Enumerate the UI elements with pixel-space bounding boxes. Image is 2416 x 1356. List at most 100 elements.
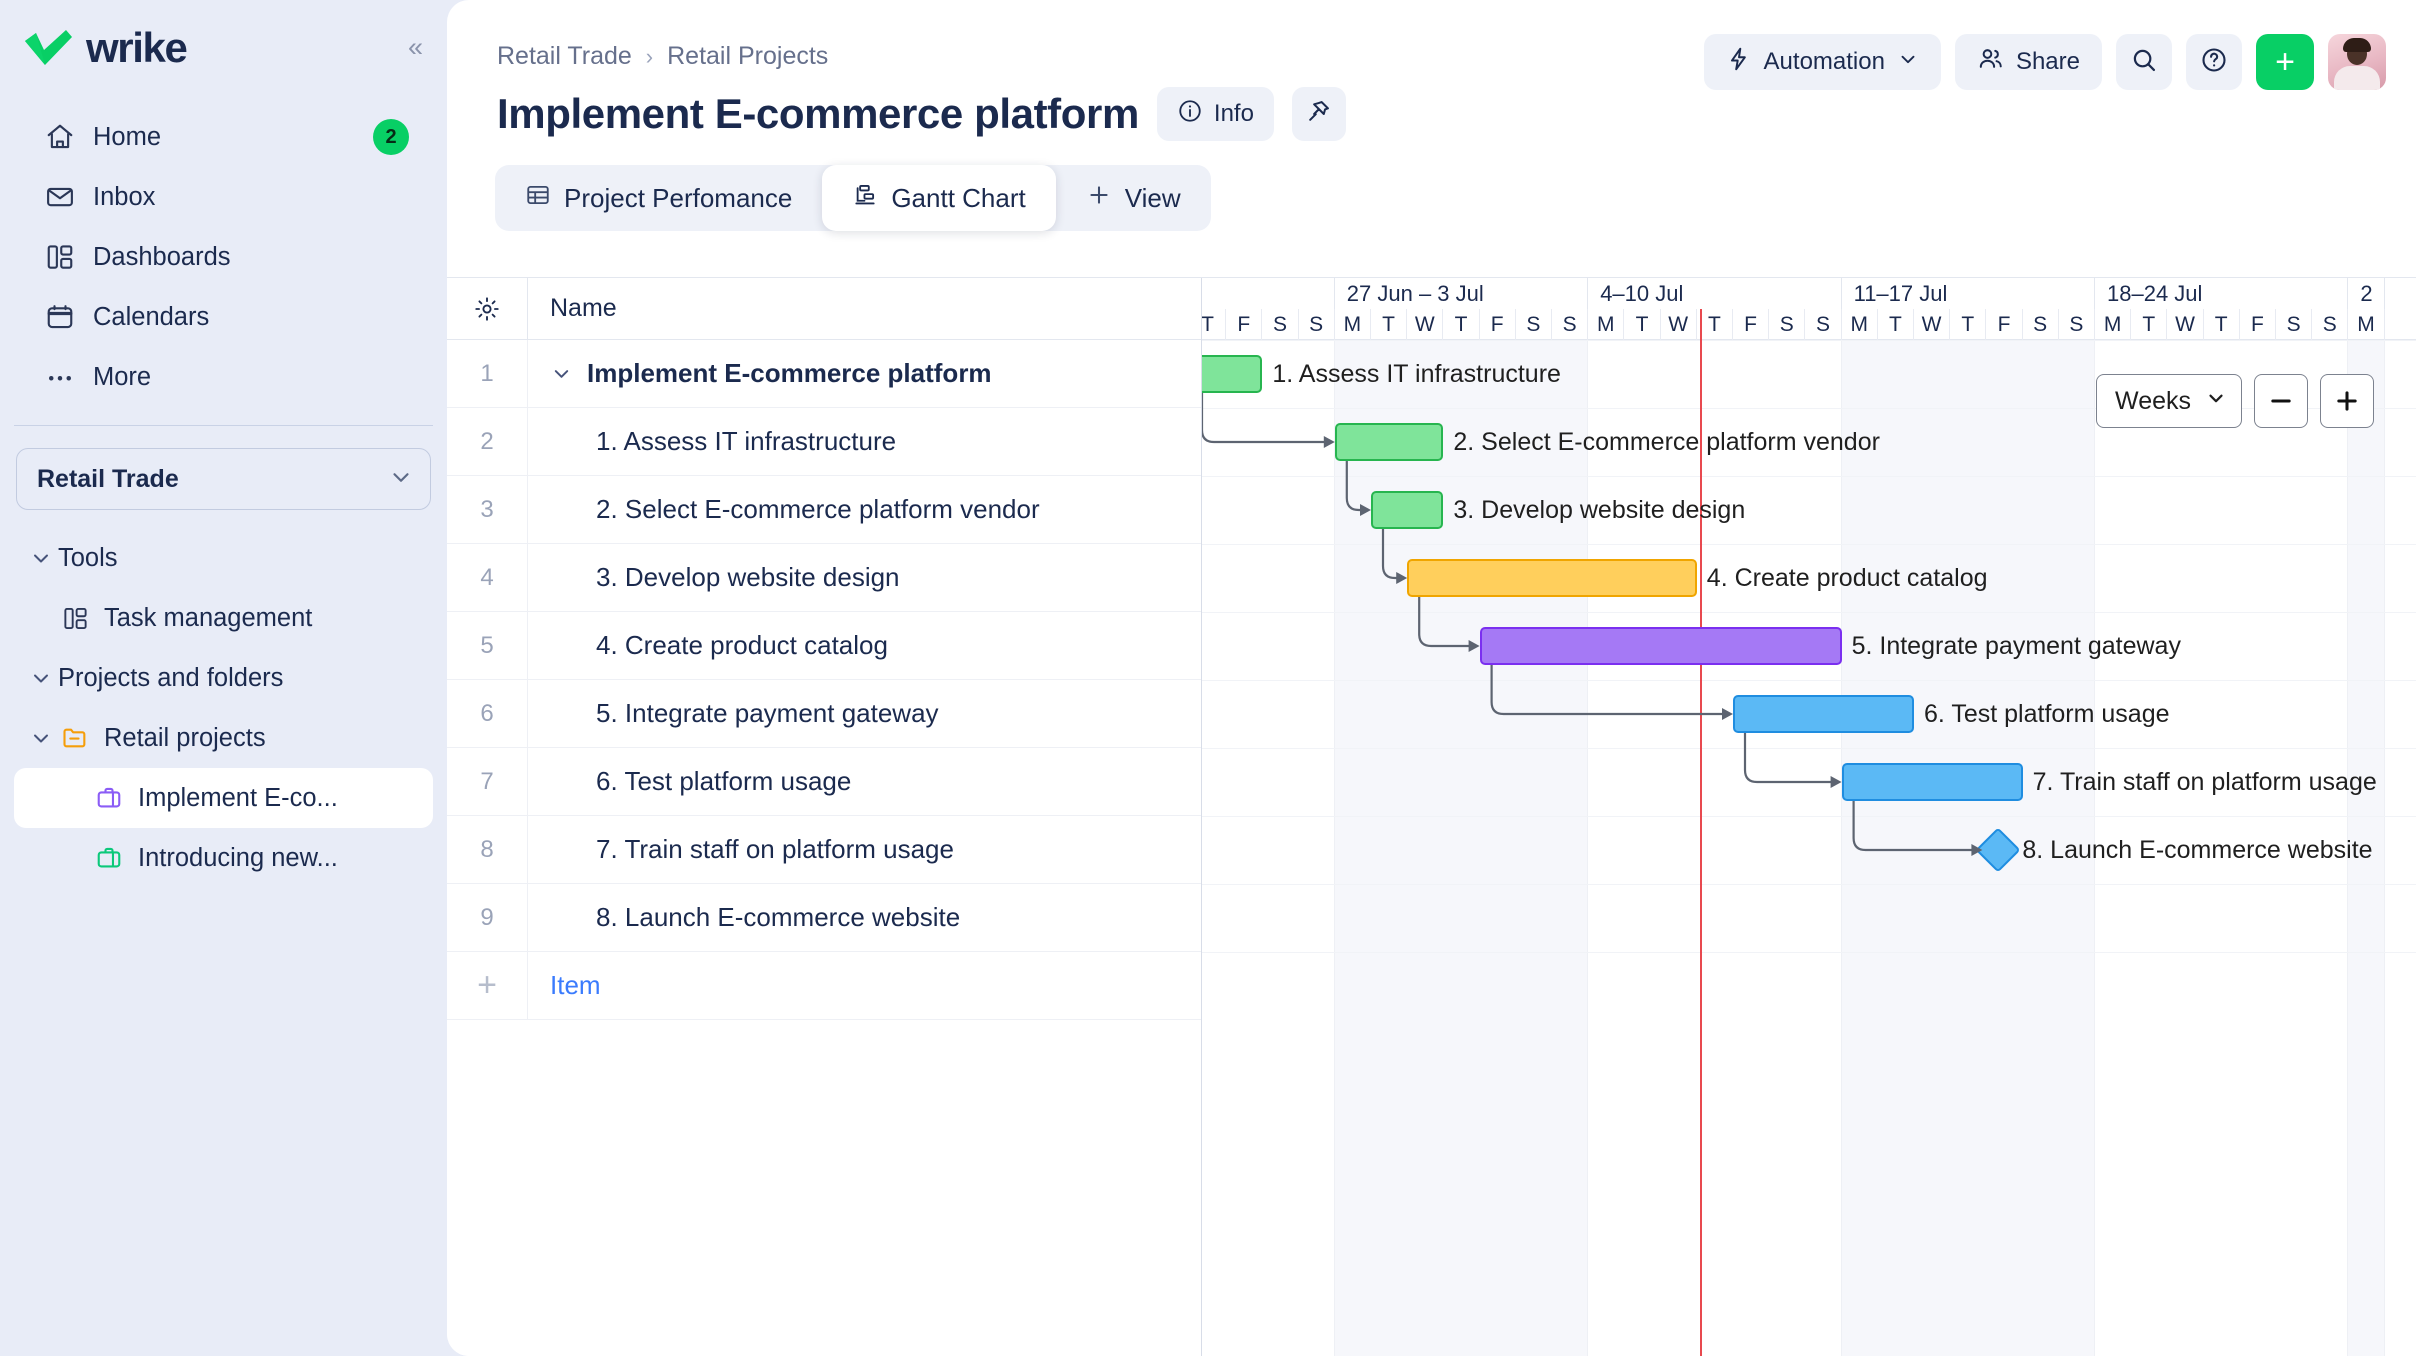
- sidebar-project-implement-ecommerce[interactable]: Implement E-co...: [14, 768, 433, 828]
- create-button[interactable]: +: [2256, 34, 2314, 90]
- gantt-bar-label: 2. Select E-commerce platform vendor: [1453, 428, 1880, 456]
- table-row[interactable]: 7 6. Test platform usage: [447, 748, 1201, 816]
- row-name-cell[interactable]: 7. Train staff on platform usage: [527, 816, 1201, 883]
- tab-add-view[interactable]: View: [1056, 165, 1211, 231]
- avatar-hair: [2343, 38, 2371, 52]
- project-briefcase-icon: [92, 844, 126, 872]
- row-number: 5: [480, 631, 494, 659]
- breadcrumb-item-0[interactable]: Retail Trade: [497, 42, 632, 71]
- row-name-cell[interactable]: 6. Test platform usage: [527, 748, 1201, 815]
- gantt-row-separator: [1202, 816, 2416, 817]
- sidebar-group-tools[interactable]: Tools: [14, 528, 433, 588]
- sidebar-item-home[interactable]: Home 2: [14, 107, 433, 167]
- gantt-bar[interactable]: [1733, 695, 1914, 733]
- timeline-header: 27 Jun – 3 Jul 4–10 Jul 11–17 Jul 18–24 Jul…: [1202, 278, 2416, 340]
- sidebar-divider: [14, 425, 433, 426]
- timescale-select[interactable]: Weeks: [2096, 374, 2242, 428]
- add-item-label[interactable]: Item: [527, 952, 1201, 1019]
- search-button[interactable]: [2116, 34, 2172, 90]
- timeline-week-label: [1202, 278, 1335, 309]
- row-name-cell[interactable]: 4. Create product catalog: [527, 612, 1201, 679]
- row-name-cell[interactable]: 1. Assess IT infrastructure: [527, 408, 1201, 475]
- space-selector[interactable]: Retail Trade: [16, 448, 431, 510]
- table-row[interactable]: 6 5. Integrate payment gateway: [447, 680, 1201, 748]
- zoom-in-button[interactable]: [2320, 374, 2374, 428]
- sidebar-item-label: More: [93, 362, 152, 391]
- sidebar-item-inbox[interactable]: Inbox: [14, 167, 433, 227]
- collapse-sidebar-button[interactable]: «: [408, 34, 423, 61]
- sidebar-tree-label: Introducing new...: [138, 843, 338, 872]
- chevron-down-icon[interactable]: [550, 362, 573, 385]
- timeline-day-label: M: [2348, 309, 2385, 340]
- timeline-day-label: M: [2095, 309, 2132, 340]
- zoom-out-button[interactable]: [2254, 374, 2308, 428]
- table-row[interactable]: 1 Implement E-commerce platform: [447, 340, 1201, 408]
- gantt-bar[interactable]: [1479, 627, 1842, 665]
- table-row[interactable]: 9 8. Launch E-commerce website: [447, 884, 1201, 952]
- tab-gantt-chart[interactable]: Gantt Chart: [822, 165, 1056, 231]
- timeline-day-label: T: [1950, 309, 1987, 340]
- question-mark-icon: [2200, 46, 2228, 79]
- sidebar-item-task-management[interactable]: Task management: [14, 588, 433, 648]
- sidebar-item-dashboards[interactable]: Dashboards: [14, 227, 433, 287]
- column-header-name[interactable]: Name: [527, 278, 1201, 339]
- row-name-cell[interactable]: 5. Integrate payment gateway: [527, 680, 1201, 747]
- row-name-cell[interactable]: 8. Launch E-commerce website: [527, 884, 1201, 951]
- chevron-down-icon: [24, 546, 58, 570]
- sidebar-item-more[interactable]: More: [14, 347, 433, 407]
- row-number: 9: [480, 903, 494, 931]
- tab-label: Gantt Chart: [891, 182, 1026, 213]
- table-row[interactable]: 4 3. Develop website design: [447, 544, 1201, 612]
- pin-button[interactable]: [1291, 87, 1346, 141]
- gantt-bar-label: 8. Launch E-commerce website: [2022, 836, 2373, 864]
- sidebar-project-introducing-new[interactable]: Introducing new...: [14, 828, 433, 888]
- sidebar-item-label: Dashboards: [93, 242, 231, 271]
- sidebar-tree: Tools Task management Projects and folde…: [0, 528, 447, 888]
- timescale-value: Weeks: [2115, 386, 2191, 415]
- brand-name: wrike: [86, 23, 188, 71]
- row-name-text: 8. Launch E-commerce website: [596, 902, 961, 932]
- gantt-bar[interactable]: [1841, 763, 2023, 801]
- gantt-bar[interactable]: [1202, 355, 1263, 393]
- top-actions: Automation Share +: [1703, 34, 2386, 90]
- tab-project-performance[interactable]: Project Perfomance: [495, 165, 822, 231]
- row-name-text: 5. Integrate payment gateway: [596, 698, 939, 728]
- gantt-bar-label: 1. Assess IT infrastructure: [1272, 360, 1561, 388]
- gantt-canvas[interactable]: 1. Assess IT infrastructure 2. Select E-c…: [1202, 340, 2416, 1356]
- table-row[interactable]: 2 1. Assess IT infrastructure: [447, 408, 1201, 476]
- wrike-logo[interactable]: wrike: [22, 23, 188, 72]
- sidebar-tree-label: Projects and folders: [58, 663, 284, 692]
- timeline-day-label: T: [1624, 309, 1661, 340]
- timeline-day-label: F: [1480, 309, 1516, 340]
- sidebar-item-calendars[interactable]: Calendars: [14, 287, 433, 347]
- table-row[interactable]: 5 4. Create product catalog: [447, 612, 1201, 680]
- timeline-day-label: M: [1588, 309, 1625, 340]
- timeline-day-label: W: [1914, 309, 1951, 340]
- row-name-cell[interactable]: 2. Select E-commerce platform vendor: [527, 476, 1201, 543]
- share-button[interactable]: Share: [1954, 34, 2102, 90]
- sidebar-folder-retail-projects[interactable]: Retail projects: [14, 708, 433, 768]
- gantt-bar[interactable]: [1334, 423, 1444, 461]
- timeline-zoom-controls: Weeks: [2096, 374, 2374, 428]
- table-row[interactable]: 3 2. Select E-commerce platform vendor: [447, 476, 1201, 544]
- gantt-bar-label: 7. Train staff on platform usage: [2032, 768, 2377, 796]
- row-name-text: 1. Assess IT infrastructure: [596, 426, 897, 456]
- row-name-cell[interactable]: 3. Develop website design: [527, 544, 1201, 611]
- plus-icon: +: [2275, 43, 2295, 81]
- more-icon: [44, 361, 76, 393]
- automation-button[interactable]: Automation: [1703, 34, 1941, 90]
- sidebar-group-projects-and-folders[interactable]: Projects and folders: [14, 648, 433, 708]
- gantt-bar[interactable]: [1371, 491, 1444, 529]
- top-bar: Retail Trade › Retail Projects Automatio…: [447, 0, 2416, 90]
- plus-icon[interactable]: +: [447, 966, 527, 1005]
- add-item-row[interactable]: + Item: [447, 952, 1201, 1020]
- table-row[interactable]: 8 7. Train staff on platform usage: [447, 816, 1201, 884]
- inbox-icon: [44, 181, 76, 213]
- gantt-bar[interactable]: [1407, 559, 1697, 597]
- row-name-cell[interactable]: Implement E-commerce platform: [527, 340, 1201, 407]
- gear-icon[interactable]: [447, 295, 527, 323]
- breadcrumb-item-1[interactable]: Retail Projects: [667, 42, 828, 71]
- help-button[interactable]: [2186, 34, 2242, 90]
- avatar[interactable]: [2328, 34, 2386, 90]
- info-button[interactable]: Info: [1156, 87, 1274, 141]
